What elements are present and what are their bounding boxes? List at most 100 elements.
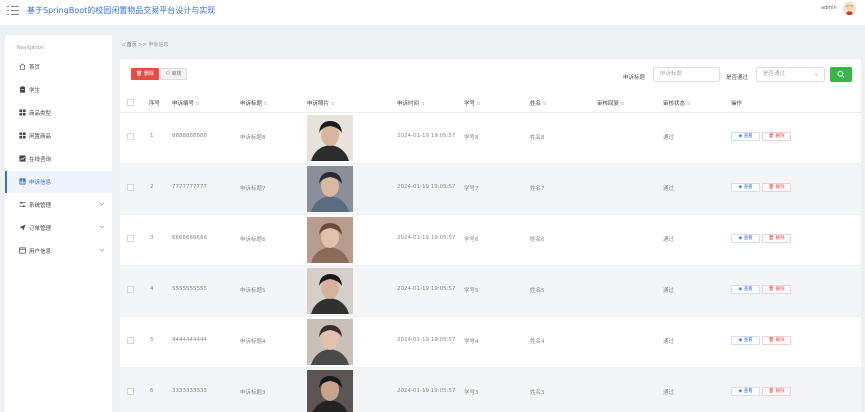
cell-status: 通过: [663, 390, 675, 396]
menu-toggle-icon[interactable]: [7, 5, 19, 15]
sort-icon: ⇅: [420, 102, 425, 107]
table-row[interactable]: 2 7777777777 申诉标题7 2024-01-19 19:05:57 学号7 姓名…: [120, 164, 861, 215]
sidebar-item-label: 用户信息: [29, 249, 52, 255]
sidebar-item-consult[interactable]: 在线咨询: [5, 148, 112, 170]
column-header[interactable]: 申诉照片 ⇅: [307, 99, 335, 107]
search-title-input[interactable]: 申诉标题: [653, 67, 720, 82]
view-button[interactable]: ◉ 查看: [731, 336, 760, 345]
cell-index: 4: [150, 286, 154, 292]
row-delete-button[interactable]: 🗑 删除: [762, 387, 791, 396]
trash-icon: 🗑: [768, 236, 775, 241]
cell-status: 通过: [663, 288, 675, 294]
grid-icon: [19, 132, 26, 139]
cell-appeal-title: 申诉标题3: [240, 390, 266, 396]
sidebar-item-idle-goods[interactable]: 闲置商品: [5, 125, 112, 147]
appeal-photo[interactable]: [307, 217, 353, 263]
appeal-photo[interactable]: [307, 115, 353, 161]
sort-icon: ⇅: [620, 102, 625, 107]
appeal-photo[interactable]: [307, 268, 353, 314]
appeal-photo[interactable]: [307, 370, 353, 412]
sort-icon: ⇅: [330, 102, 335, 107]
table-header: 序号 申诉编号 ⇅ 申诉标题 ⇅ 申诉照片 ⇅ 申诉时间 ⇅ 学号 ⇅ 姓名 ⇅…: [120, 91, 861, 113]
table-row[interactable]: 1 8888888888 申诉标题8 2024-01-19 19:05:57 学号8 姓名…: [120, 113, 861, 164]
cell-appeal-title: 申诉标题4: [240, 339, 266, 345]
view-button[interactable]: ◉ 查看: [731, 183, 760, 192]
cell-appeal-time: 2024-01-19 19:05:57: [397, 388, 456, 394]
column-header[interactable]: 审核状态 ⇅: [663, 99, 691, 107]
cell-appeal-code: 7777777777: [172, 184, 207, 190]
sidebar-item-label: 申诉信息: [29, 180, 52, 186]
search-button[interactable]: [830, 67, 852, 82]
cell-name: 姓名6: [530, 237, 545, 243]
sidebar-item-user-info[interactable]: 用户信息: [5, 240, 112, 262]
cell-index: 5: [150, 337, 154, 343]
select-all-checkbox[interactable]: [127, 99, 134, 106]
cell-appeal-code: 5555555555: [172, 286, 207, 292]
search-status-label: 是否通过: [726, 75, 749, 81]
chevron-down-icon: [99, 202, 105, 206]
column-header[interactable]: 序号: [149, 99, 160, 107]
chart-icon: [19, 155, 26, 162]
row-checkbox[interactable]: [127, 337, 134, 344]
row-checkbox[interactable]: [127, 184, 134, 191]
status-select[interactable]: 是否通过: [756, 67, 825, 82]
column-header[interactable]: 申诉编号 ⇅: [172, 99, 200, 107]
column-header[interactable]: 审核回复 ⇅: [597, 99, 625, 107]
row-delete-button[interactable]: 🗑 删除: [762, 132, 791, 141]
appeal-photo[interactable]: [307, 166, 353, 212]
view-button[interactable]: ◉ 查看: [731, 234, 760, 243]
student-icon: [20, 86, 25, 93]
user-avatar[interactable]: [843, 2, 856, 15]
row-checkbox[interactable]: [127, 286, 134, 293]
batch-delete-button[interactable]: 🗑 删除: [131, 68, 159, 80]
view-button[interactable]: ◉ 查看: [731, 132, 760, 141]
row-checkbox[interactable]: [127, 235, 134, 242]
cell-student-no: 学号4: [464, 339, 479, 345]
audit-button[interactable]: ⚇ 审核: [160, 68, 187, 80]
cell-appeal-time: 2024-01-19 19:05:57: [397, 337, 456, 343]
row-checkbox[interactable]: [127, 133, 134, 140]
cell-name: 姓名4: [530, 339, 545, 345]
sidebar-item-appeal[interactable]: 申诉信息: [5, 171, 112, 193]
appeal-photo[interactable]: [307, 319, 353, 365]
row-delete-button[interactable]: 🗑 删除: [762, 234, 791, 243]
chevron-down-icon: [99, 225, 105, 229]
breadcrumb-separator: >>: [138, 42, 147, 48]
column-header[interactable]: 申诉时间 ⇅: [397, 99, 425, 107]
sidebar-item-orders[interactable]: 订单管理: [5, 217, 112, 239]
column-header[interactable]: 申诉标题 ⇅: [240, 99, 268, 107]
sidebar-item-product-type[interactable]: 商品类型: [5, 102, 112, 124]
sort-icon: ⇅: [542, 102, 547, 107]
eye-icon: ◉: [738, 389, 743, 394]
table-row[interactable]: 5 4444444444 申诉标题4 2024-01-19 19:05:57 学号4 姓名…: [120, 317, 861, 368]
breadcrumb-home[interactable]: 首页: [127, 42, 137, 48]
column-header[interactable]: 学号 ⇅: [464, 99, 481, 107]
sidebar-item-system[interactable]: 系统管理: [5, 194, 112, 216]
cell-student-no: 学号7: [464, 186, 479, 192]
row-delete-button[interactable]: 🗑 删除: [762, 183, 791, 192]
sidebar-item-student[interactable]: 学生: [5, 79, 112, 101]
eye-icon: ◉: [738, 338, 743, 343]
table-row[interactable]: 3 6666666666 申诉标题6 2024-01-19 19:05:57 学号6 姓名…: [120, 215, 861, 266]
sort-icon: ⇅: [263, 102, 268, 107]
row-checkbox[interactable]: [127, 388, 134, 395]
row-delete-button[interactable]: 🗑 删除: [762, 336, 791, 345]
table-row[interactable]: 6 3333333333 申诉标题3 2024-01-19 19:05:57 学号3 姓名…: [120, 368, 861, 412]
send-icon: [19, 224, 26, 231]
trash-icon: 🗑: [768, 338, 775, 343]
sidebar-item-home[interactable]: 首页: [5, 56, 112, 78]
cell-student-no: 学号8: [464, 135, 479, 141]
view-button[interactable]: ◉ 查看: [731, 387, 760, 396]
view-button[interactable]: ◉ 查看: [731, 285, 760, 294]
row-delete-button[interactable]: 🗑 删除: [762, 285, 791, 294]
sidebar-item-label: 首页: [29, 65, 41, 71]
content-card: 🗑 删除 ⚇ 审核 申诉标题 申诉标题 是否通过 是否通过 序号 申诉编号 ⇅ …: [120, 59, 861, 412]
cell-index: 6: [150, 388, 154, 394]
sidebar-item-label: 商品类型: [29, 111, 52, 117]
cell-appeal-title: 申诉标题8: [240, 135, 266, 141]
breadcrumb-current: 申诉信息: [148, 42, 169, 48]
user-name[interactable]: admin: [821, 5, 837, 11]
table-row[interactable]: 4 5555555555 申诉标题5 2024-01-19 19:05:57 学号5 姓名…: [120, 266, 861, 317]
window-icon: [19, 247, 26, 254]
column-header[interactable]: 姓名 ⇅: [530, 99, 547, 107]
